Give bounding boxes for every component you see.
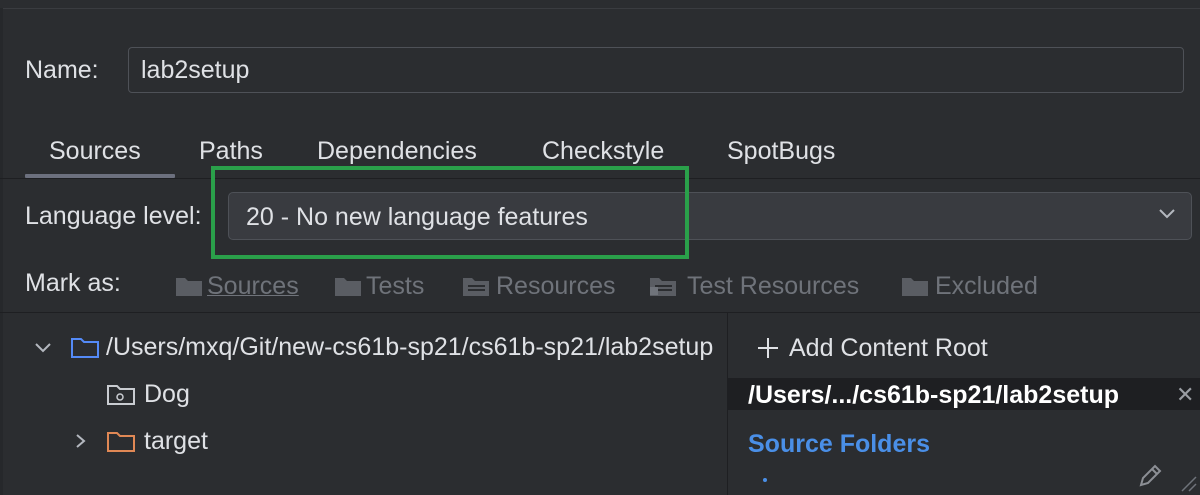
mark-tests-button[interactable]: Tests (333, 271, 424, 301)
name-field[interactable]: lab2setup (128, 47, 1184, 93)
add-content-root-button[interactable]: Add Content Root (755, 333, 988, 363)
tree-root-row[interactable]: /Users/mxq/Git/new-cs61b-sp21/cs61b-sp21… (30, 332, 727, 362)
dialog-left-edge (0, 8, 3, 495)
tree-divider (0, 312, 1200, 313)
plus-icon (758, 338, 778, 358)
source-folder-entry[interactable] (763, 478, 767, 482)
tab-checkstyle[interactable]: Checkstyle (542, 136, 664, 166)
pencil-icon[interactable] (1136, 463, 1164, 491)
test-resources-folder-icon (650, 278, 676, 296)
resources-folder-icon (463, 278, 489, 296)
tab-paths[interactable]: Paths (199, 136, 263, 166)
tab-sources[interactable]: Sources (49, 136, 141, 166)
annotation-highlight-box (211, 166, 689, 259)
mark-excluded-button[interactable]: Excluded (900, 271, 1038, 301)
chevron-down-icon[interactable] (30, 337, 56, 357)
mark-test-resources-button[interactable]: Test Resources (648, 271, 859, 301)
source-folders-heading: Source Folders (748, 430, 930, 458)
mark-resources-button[interactable]: Resources (461, 271, 616, 301)
name-label: Name: (25, 56, 99, 84)
language-level-label: Language level: (25, 202, 202, 230)
mark-sources-button[interactable]: Sources (174, 271, 299, 301)
add-content-root-label: Add Content Root (789, 334, 988, 362)
mark-resources-label: Resources (496, 271, 616, 300)
mark-as-label: Mark as: (25, 269, 121, 297)
excluded-folder-icon (107, 432, 135, 452)
tab-spotbugs[interactable]: SpotBugs (727, 136, 835, 166)
resize-grip-icon[interactable] (1180, 475, 1198, 493)
mark-test-resources-label: Test Resources (687, 271, 860, 300)
tree-root-path: /Users/mxq/Git/new-cs61b-sp21/cs61b-sp21… (106, 332, 714, 361)
folder-icon (71, 338, 99, 358)
content-root-path: /Users/.../cs61b-sp21/lab2setup (748, 381, 1120, 409)
tree-item-label: target (144, 426, 208, 455)
chevron-right-icon[interactable] (70, 431, 92, 451)
folder-icon (902, 278, 928, 296)
mark-sources-label: Sources (207, 271, 299, 300)
tab-dependencies[interactable]: Dependencies (317, 136, 477, 166)
mark-tests-label: Tests (366, 271, 425, 300)
title-bar-strip (0, 0, 1200, 9)
tree-item-target[interactable]: target (70, 426, 208, 456)
folder-icon (176, 278, 202, 296)
chevron-down-icon[interactable] (1158, 208, 1176, 220)
package-folder-icon (107, 385, 135, 405)
tree-item-dog[interactable]: Dog (106, 379, 190, 409)
folder-icon (335, 278, 361, 296)
mark-excluded-label: Excluded (935, 271, 1038, 300)
close-icon[interactable]: ✕ (1176, 382, 1194, 408)
tree-item-label: Dog (144, 379, 190, 408)
